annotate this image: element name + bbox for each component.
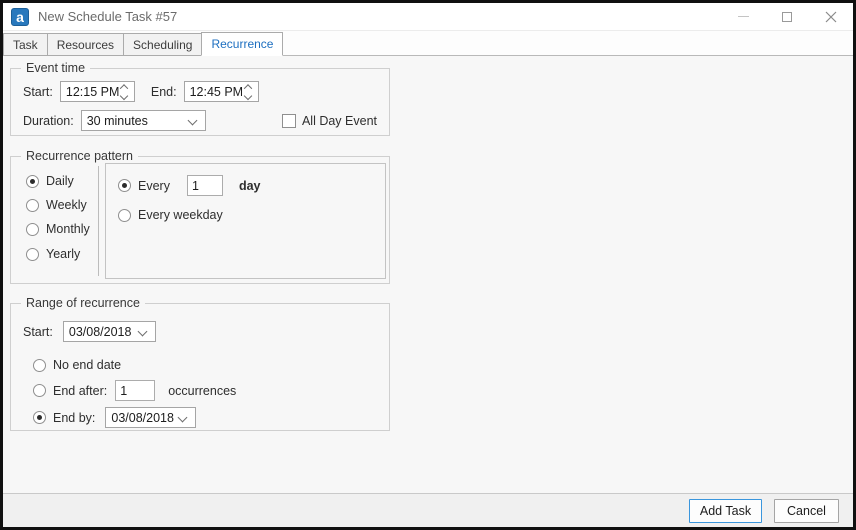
- chevron-down-icon: [187, 115, 198, 126]
- frequency-option-yearly[interactable]: Yearly: [26, 245, 80, 263]
- frequency-option-daily[interactable]: Daily: [26, 172, 74, 190]
- no-end-date-label: No end date: [53, 358, 122, 372]
- yearly-radio[interactable]: [26, 247, 39, 261]
- pattern-detail-panel: Every day Every weekday: [105, 163, 386, 279]
- time-spinner-icon[interactable]: [243, 82, 253, 101]
- every-weekday-option[interactable]: Every weekday: [118, 206, 223, 224]
- close-icon: [825, 11, 837, 22]
- end-after-label: End after:: [53, 383, 108, 398]
- start-time-spinner[interactable]: 12:15 PM: [59, 81, 135, 102]
- all-day-checkbox[interactable]: [281, 113, 296, 128]
- every-weekday-radio[interactable]: [118, 208, 131, 222]
- dialog-window: a New Schedule Task #57 Task Resources S: [0, 0, 856, 530]
- app-icon: a: [11, 7, 29, 26]
- tab-resources[interactable]: Resources: [46, 33, 125, 56]
- every-weekday-label: Every weekday: [138, 208, 223, 222]
- start-time-label: Start:: [23, 84, 53, 99]
- maximize-icon: [782, 11, 792, 22]
- window-title: New Schedule Task #57: [38, 9, 178, 24]
- dialog-content: Event time Start: 12:15 PM End: 12:45 PM: [3, 56, 853, 493]
- occurrences-label: occurrences: [168, 383, 237, 398]
- cancel-button[interactable]: Cancel: [774, 498, 839, 523]
- time-spinner-icon[interactable]: [119, 82, 129, 101]
- tab-task[interactable]: Task: [3, 33, 48, 56]
- minimize-icon: [737, 16, 749, 17]
- end-by-dropdown[interactable]: 03/08/2018: [105, 407, 197, 428]
- end-after-input[interactable]: [115, 380, 156, 401]
- tab-recurrence[interactable]: Recurrence: [201, 32, 284, 56]
- end-time-label: End:: [150, 84, 177, 99]
- end-time-value: 12:45 PM: [189, 84, 244, 99]
- minimize-button[interactable]: [721, 3, 765, 30]
- frequency-option-monthly[interactable]: Monthly: [26, 220, 90, 238]
- range-start-label: Start:: [23, 324, 53, 339]
- duration-value: 30 minutes: [86, 113, 148, 128]
- monthly-radio[interactable]: [26, 222, 39, 236]
- no-end-date-option[interactable]: No end date: [33, 356, 121, 374]
- every-n-input[interactable]: [186, 175, 223, 196]
- close-button[interactable]: [809, 3, 853, 30]
- every-n-radio[interactable]: [118, 179, 131, 192]
- end-by-label: End by:: [53, 410, 96, 425]
- end-time-spinner[interactable]: 12:45 PM: [183, 81, 259, 102]
- range-start-dropdown[interactable]: 03/08/2018: [62, 321, 156, 342]
- chevron-down-icon: [177, 412, 188, 423]
- weekly-label: Weekly: [46, 198, 87, 212]
- every-label: Every: [138, 178, 170, 193]
- duration-label: Duration:: [23, 113, 74, 128]
- no-end-date-radio[interactable]: [33, 358, 46, 372]
- event-time-legend: Event time: [21, 61, 91, 75]
- tab-scheduling[interactable]: Scheduling: [123, 33, 203, 56]
- event-time-group: Event time Start: 12:15 PM End: 12:45 PM: [10, 61, 390, 136]
- maximize-button[interactable]: [765, 3, 809, 30]
- tab-bar: Task Resources Scheduling Recurrence: [3, 30, 853, 56]
- recurrence-pattern-group: Recurrence pattern Daily Weekly Monthly …: [10, 149, 390, 284]
- end-by-radio[interactable]: [33, 411, 46, 424]
- every-unit-label: day: [238, 178, 261, 193]
- title-bar: a New Schedule Task #57: [3, 3, 853, 30]
- end-by-value: 03/08/2018: [111, 410, 174, 425]
- frequency-divider: [98, 166, 99, 276]
- duration-dropdown[interactable]: 30 minutes: [80, 110, 206, 131]
- add-task-button[interactable]: Add Task: [689, 498, 762, 523]
- daily-radio[interactable]: [26, 174, 39, 188]
- weekly-radio[interactable]: [26, 198, 39, 212]
- range-legend: Range of recurrence: [21, 296, 145, 310]
- spin-down-icon[interactable]: [243, 91, 252, 101]
- range-start-value: 03/08/2018: [68, 324, 132, 339]
- frequency-option-weekly[interactable]: Weekly: [26, 196, 87, 214]
- end-after-radio[interactable]: [33, 384, 46, 397]
- dialog-footer: Add Task Cancel: [3, 493, 853, 527]
- monthly-label: Monthly: [46, 222, 90, 236]
- all-day-label: All Day Event: [301, 113, 377, 128]
- daily-label: Daily: [46, 174, 74, 188]
- chevron-down-icon: [137, 326, 148, 337]
- recurrence-pattern-legend: Recurrence pattern: [21, 149, 139, 163]
- range-of-recurrence-group: Range of recurrence Start: 03/08/2018 No…: [10, 296, 390, 431]
- spin-down-icon[interactable]: [119, 91, 129, 101]
- start-time-value: 12:15 PM: [65, 84, 120, 99]
- yearly-label: Yearly: [46, 247, 81, 261]
